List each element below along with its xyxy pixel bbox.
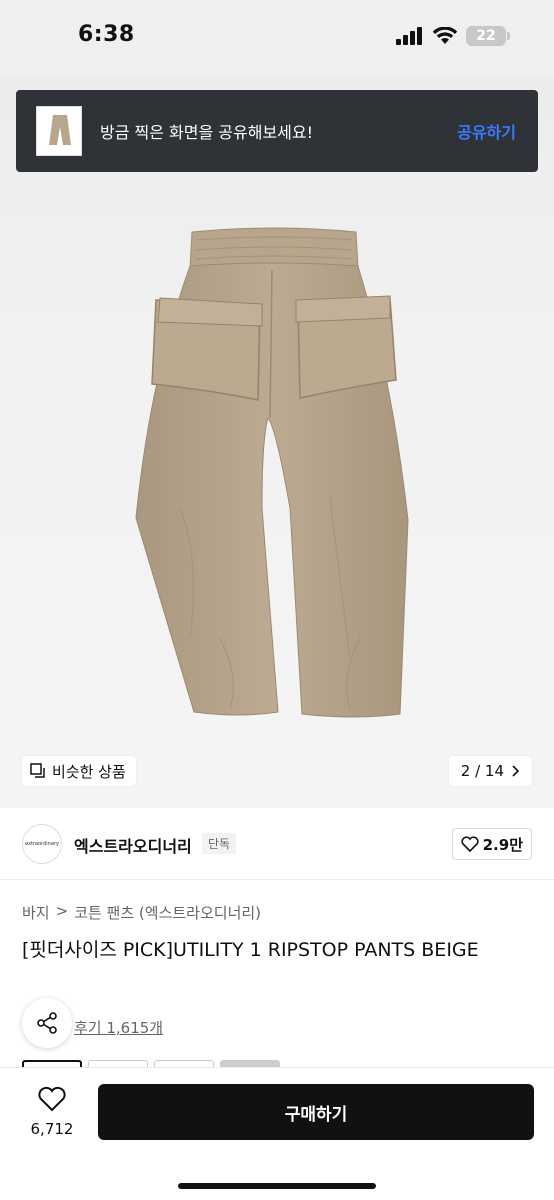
toast-message: 방금 찍은 화면을 공유해보세요! — [100, 123, 314, 142]
heart-outline-icon — [461, 836, 479, 852]
heart-outline-icon — [38, 1086, 66, 1112]
screenshot-thumbnail[interactable] — [36, 106, 82, 156]
image-page-indicator[interactable]: 2 / 14 — [448, 756, 532, 786]
home-indicator — [178, 1183, 376, 1189]
brand-logo[interactable]: extraordinary — [22, 824, 62, 864]
chevron-right-icon — [512, 765, 520, 777]
brand-name[interactable]: 엑스트라오디너리 — [74, 833, 192, 857]
brand-row[interactable]: extraordinary 엑스트라오디너리 단독 2.9만 — [0, 808, 554, 880]
signal-icon — [396, 27, 422, 45]
buy-button[interactable]: 구매하기 — [98, 1084, 534, 1140]
copy-icon — [30, 763, 45, 778]
breadcrumb-category[interactable]: 바지 — [22, 902, 50, 923]
page-indicator-text: 2 / 14 — [460, 762, 504, 780]
wifi-icon — [432, 27, 458, 44]
exclusive-badge: 단독 — [202, 833, 237, 854]
wishlist-count: 6,712 — [30, 1120, 74, 1138]
breadcrumb: 바지 > 코튼 팬츠 (엑스트라오디너리) — [22, 902, 261, 923]
breadcrumb-separator: > — [55, 902, 69, 920]
brand-logo-text: extraordinary — [25, 841, 59, 847]
breadcrumb-subcategory[interactable]: 코튼 팬츠 (엑스트라오디너리) — [74, 902, 261, 923]
product-image — [135, 227, 409, 718]
share-button[interactable] — [22, 998, 72, 1048]
product-title: [핏더사이즈 PICK]UTILITY 1 RIPSTOP PANTS BEIG… — [22, 939, 479, 961]
review-link[interactable]: 후기 1,615개 — [74, 1017, 163, 1038]
status-bar: 6:38 22 — [0, 0, 554, 78]
bottom-purchase-bar: 6,712 구매하기 — [0, 1068, 554, 1200]
brand-like-count: 2.9만 — [482, 835, 523, 854]
wishlist-button[interactable]: 6,712 — [30, 1086, 74, 1138]
similar-products-label: 비슷한 상품 — [52, 762, 126, 781]
brand-like-button[interactable]: 2.9만 — [451, 828, 532, 860]
product-image-gallery[interactable] — [0, 78, 554, 808]
status-time: 6:38 — [78, 22, 135, 47]
share-icon — [37, 1012, 57, 1034]
toast-share-button[interactable]: 공유하기 — [457, 119, 516, 143]
status-icons: 22 — [396, 26, 510, 46]
battery-icon: 22 — [466, 26, 510, 46]
share-toast: 방금 찍은 화면을 공유해보세요! 공유하기 — [16, 90, 538, 172]
similar-products-button[interactable]: 비슷한 상품 — [22, 756, 136, 786]
